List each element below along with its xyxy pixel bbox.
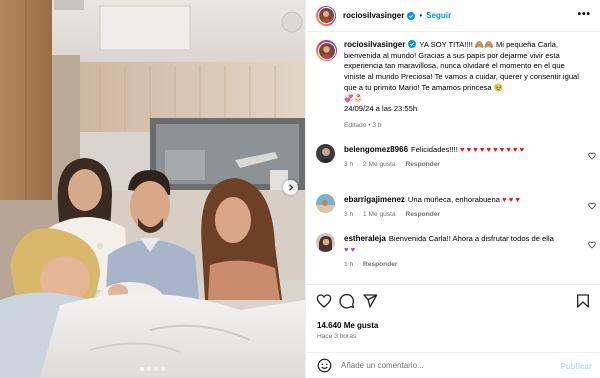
more-options-button[interactable]: ••• <box>577 10 591 20</box>
like-comment-heart-icon[interactable] <box>588 241 596 249</box>
hospital-photo <box>0 0 305 378</box>
carousel-dot-active <box>140 367 144 371</box>
heart-emoji: ♥ ♥ <box>344 245 356 254</box>
comment-item: estheraleja Bienvenida Carla!! Ahora a di… <box>316 233 596 270</box>
caption-time-ago: 3 h <box>372 121 382 129</box>
reply-button[interactable]: Responder <box>405 211 439 218</box>
comment-meta: 1 h Responder <box>344 259 579 270</box>
reply-button[interactable]: Responder <box>363 261 397 268</box>
verified-badge-icon <box>408 40 417 48</box>
post-photo[interactable] <box>0 0 305 378</box>
heart-emoji: ♥ ♥ ♥ ♥ ♥ ♥ ♥ ♥ ♥ ♥ <box>460 145 525 154</box>
comment-body: estheraleja Bienvenida Carla!! Ahora a di… <box>344 233 579 270</box>
caption-avatar-ring[interactable] <box>316 40 337 61</box>
comment-time: 3 h <box>344 211 354 218</box>
post-time-ago: Hace 3 horas <box>317 333 357 340</box>
author-username[interactable]: rociosilvasinger <box>343 11 404 20</box>
caption-emoji-line: 💞👶🏻 <box>344 93 363 103</box>
commenter-username[interactable]: ebarrigajimenez <box>344 195 405 204</box>
save-bookmark-icon[interactable] <box>575 293 591 309</box>
carousel-dot <box>154 367 158 371</box>
commenter-avatar[interactable] <box>316 144 335 163</box>
caption-author-avatar <box>317 41 336 60</box>
meta-separator: • <box>368 121 371 129</box>
comment-text: Una muñeca, enhorabuena <box>407 195 500 204</box>
caption-date: 24/09/24 a las 23:55h <box>344 104 418 114</box>
post-actions: 14.640 Me gusta Hace 3 horas <box>306 284 600 354</box>
comment-body: ebarrigajimenez Una muñeca, enhorabuena ♥… <box>344 194 579 220</box>
like-comment-heart-icon[interactable] <box>588 152 596 160</box>
commenter-username[interactable]: belengomez8966 <box>344 145 408 154</box>
comment-time: 1 h <box>344 261 354 268</box>
carousel-next-button[interactable] <box>283 180 298 195</box>
post-details-panel: rociosilvasinger • Seguir ••• rociosilva… <box>305 0 600 378</box>
likes-count[interactable]: 14.640 Me gusta <box>317 321 378 330</box>
comment-input[interactable] <box>341 361 541 370</box>
header-separator: • <box>419 11 423 20</box>
reply-button[interactable]: Responder <box>405 161 439 168</box>
publish-button[interactable]: Publicar <box>560 362 592 371</box>
chevron-right-icon <box>288 184 293 191</box>
commenter-avatar[interactable] <box>316 233 335 252</box>
comment-likes[interactable]: 1 Me gusta <box>363 211 396 218</box>
comment-time: 3 h <box>344 161 354 168</box>
comment-item: ebarrigajimenez Una muñeca, enhorabuena ♥… <box>316 194 596 220</box>
comment-meta: 3 h 2 Me gusta Responder <box>344 159 579 170</box>
verified-badge-icon <box>407 11 416 20</box>
comment-text: Bienvenida Carla!! Ahora a disfrutar tod… <box>388 234 554 243</box>
comment-meta: 3 h 1 Me gusta Responder <box>344 209 579 220</box>
like-heart-icon[interactable] <box>316 293 332 309</box>
comment-bubble-icon[interactable] <box>339 293 355 309</box>
carousel-dot <box>161 367 165 371</box>
commenter-username[interactable]: estheraleja <box>344 234 386 243</box>
comment-item: belengomez8966 Felicidades!!!! ♥ ♥ ♥ ♥ ♥ … <box>316 144 596 170</box>
post-caption: rociosilvasinger YA SOY TITA!!!! 🙈🙈 Mi pe… <box>316 40 591 132</box>
edited-label: Editado <box>344 121 367 129</box>
follow-button[interactable]: Seguir <box>426 11 451 20</box>
comment-body: belengomez8966 Felicidades!!!! ♥ ♥ ♥ ♥ ♥ … <box>344 144 579 170</box>
comment-likes[interactable]: 2 Me gusta <box>363 161 396 168</box>
author-avatar-ring[interactable] <box>316 5 336 26</box>
post-header: rociosilvasinger • Seguir ••• <box>306 0 600 32</box>
caption-meta: Editado • 3 h <box>344 121 586 132</box>
caption-body: rociosilvasinger YA SOY TITA!!!! 🙈🙈 Mi pe… <box>344 40 586 132</box>
like-comment-heart-icon[interactable] <box>588 202 596 210</box>
caption-author-username[interactable]: rociosilvasinger <box>344 40 405 49</box>
carousel-dot <box>147 367 151 371</box>
comment-text: Felicidades!!!! <box>411 145 458 154</box>
heart-emoji: ♥ ♥ ♥ <box>502 195 520 204</box>
carousel-indicator <box>0 367 305 371</box>
comment-composer: Publicar <box>306 352 600 378</box>
commenter-avatar[interactable] <box>316 194 335 213</box>
author-avatar <box>317 7 335 24</box>
emoji-picker-icon[interactable] <box>317 358 332 373</box>
share-paper-plane-icon[interactable] <box>362 293 378 309</box>
